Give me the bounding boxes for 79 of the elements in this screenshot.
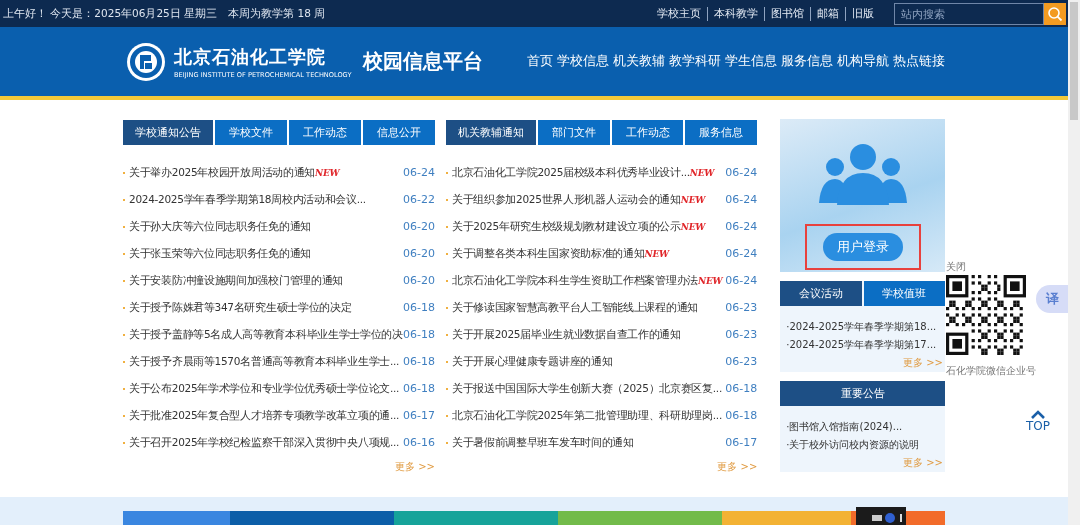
news-link[interactable]: 关于张玉荣等六位同志职务任免的通知 (129, 246, 403, 261)
date-text: 06-20 (402, 247, 435, 260)
greeting-text: 上午好！ 今天是：2025年06月25日 星期三 本周为教学第 18 周 (2, 6, 326, 21)
top-link[interactable]: 邮箱 (810, 6, 845, 21)
news-link[interactable]: 关于报送中国国际大学生创新大赛（2025）北京赛区复... (451, 381, 726, 396)
tab[interactable]: 机关教辅通知 (445, 120, 536, 145)
news-link[interactable]: 关于2025年研究生校级规划教材建设立项的公示NEW (451, 219, 726, 234)
tab[interactable]: 工作动态 (611, 120, 684, 145)
notice-link[interactable]: ·关于校外访问校内资源的说明 (786, 438, 945, 452)
nav-link[interactable]: 机关教辅 (613, 53, 665, 70)
nav-link[interactable]: 学校信息 (557, 53, 609, 70)
qr-caption: 石化学院微信企业号 (946, 364, 1036, 378)
date-text: 06-24 (402, 166, 435, 179)
meeting-link[interactable]: ·2024-2025学年春季学期第17... (786, 338, 945, 352)
tab[interactable]: 工作动态 (288, 120, 361, 145)
news-link[interactable]: 关于授予齐晨雨等1570名普通高等教育本科毕业生学士... (129, 354, 403, 369)
search-field[interactable]: 站内搜索 (894, 2, 1044, 25)
nav-link[interactable]: 服务信息 (781, 53, 833, 70)
news-link[interactable]: 北京石油化工学院2025年第二批管理助理、科研助理岗... (451, 408, 726, 423)
news-link[interactable]: 关于修读国家智慧高教平台人工智能线上课程的通知 (451, 300, 726, 315)
date-text: 06-17 (402, 409, 435, 422)
news-link[interactable]: 关于授予盖静等5名成人高等教育本科毕业生学士学位的决 (129, 327, 403, 342)
tab[interactable]: 信息公开 (362, 120, 435, 145)
news-link[interactable]: 关于公布2025年学术学位和专业学位优秀硕士学位论文... (129, 381, 403, 396)
nav-link[interactable]: 首页 (527, 53, 553, 70)
date-text: 06-17 (725, 436, 758, 449)
date-text: 06-18 (402, 355, 435, 368)
date-text: 06-18 (725, 382, 758, 395)
tab[interactable]: 会议活动 (780, 281, 862, 306)
notice-link[interactable]: ·图书馆入馆指南(2024)... (786, 420, 945, 434)
nav-link[interactable]: 教学科研 (669, 53, 721, 70)
top-link[interactable]: 图书馆 (764, 6, 810, 21)
news-link[interactable]: 关于安装防冲撞设施期间加强校门管理的通知 (129, 273, 403, 288)
news-link[interactable]: 关于调整各类本科生国家资助标准的通知NEW (451, 246, 726, 261)
date-text: 06-23 (725, 301, 758, 314)
back-to-top-button[interactable]: TOP (1026, 410, 1050, 433)
news-link[interactable]: 关于孙大庆等六位同志职务任免的通知 (129, 219, 403, 234)
nav-link[interactable]: 热点链接 (893, 53, 945, 70)
tab[interactable]: 服务信息 (685, 120, 758, 145)
news-link[interactable]: 2024-2025学年春季学期第18周校内活动和会议... (129, 192, 403, 207)
date-text: 06-18 (402, 328, 435, 341)
date-text: 06-18 (402, 382, 435, 395)
close-link[interactable]: 关闭 (946, 260, 966, 274)
news-link[interactable]: 关于批准2025年复合型人才培养专项教学改革立项的通... (129, 408, 403, 423)
date-text: 06-24 (725, 274, 758, 287)
news-link[interactable]: 关于组织参加2025世界人形机器人运动会的通知NEW (451, 192, 726, 207)
date-text: 06-24 (725, 247, 758, 260)
school-name: 北京石油化工学院 (174, 44, 327, 69)
tab[interactable]: 学校文件 (214, 120, 287, 145)
tab[interactable]: 学校通知公告 (123, 120, 213, 145)
date-text: 06-23 (725, 328, 758, 341)
news-link[interactable]: 关于授予陈姝君等347名研究生硕士学位的决定 (129, 300, 403, 315)
date-text: 06-24 (725, 220, 758, 233)
date-text: 06-16 (402, 436, 435, 449)
date-text: 06-24 (725, 166, 758, 179)
news-link[interactable]: 关于举办2025年校园开放周活动的通知NEW (129, 165, 403, 180)
date-text: 06-20 (402, 274, 435, 287)
news-link[interactable]: 关于开展2025届毕业生就业数据自查工作的通知 (451, 327, 726, 342)
news-link[interactable]: 关于暑假前调整早班车发车时间的通知 (451, 435, 726, 450)
nav-link[interactable]: 学生信息 (725, 53, 777, 70)
news-link[interactable]: 关于开展心理健康专题讲座的通知 (451, 354, 726, 369)
date-text: 06-24 (725, 193, 758, 206)
top-link[interactable]: 旧版 (845, 6, 880, 21)
tab[interactable]: 学校值班 (863, 281, 945, 306)
meeting-link[interactable]: ·2024-2025学年春季学期第18... (786, 320, 945, 334)
news-link[interactable]: 关于召开2025年学校纪检监察干部深入贯彻中央八项规... (129, 435, 403, 450)
date-text: 06-18 (402, 301, 435, 314)
nav-link[interactable]: 机构导航 (837, 53, 889, 70)
date-text: 06-20 (402, 220, 435, 233)
notice-header: 重要公告 (780, 381, 945, 406)
top-link[interactable]: 学校主页 (651, 6, 707, 21)
date-text: 06-18 (725, 409, 758, 422)
platform-title: 校园信息平台 (363, 48, 484, 75)
date-text: 06-22 (402, 193, 435, 206)
news-link[interactable]: 北京石油化工学院本科生学生资助工作档案管理办法NEW (451, 273, 726, 288)
news-link[interactable]: 北京石油化工学院2025届校级本科优秀毕业设计...NEW (451, 165, 726, 180)
date-text: 06-23 (725, 355, 758, 368)
top-link[interactable]: 本科教学 (707, 6, 764, 21)
tab[interactable]: 部门文件 (537, 120, 610, 145)
